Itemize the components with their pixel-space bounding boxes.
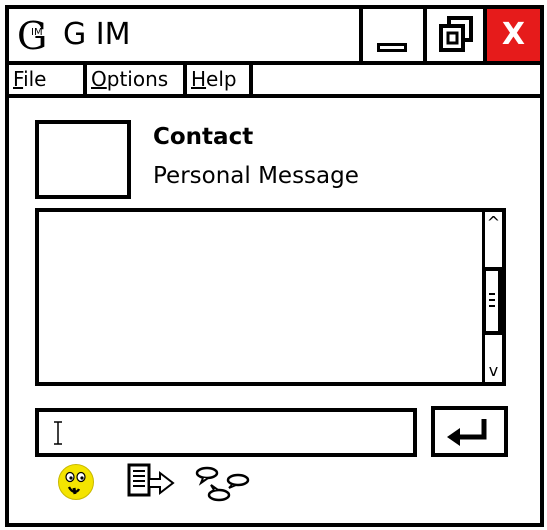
close-button[interactable]: X: [483, 9, 540, 61]
scroll-up-arrow[interactable]: ^: [485, 214, 502, 232]
close-icon: X: [501, 17, 526, 52]
menu-options-label: ptions: [106, 67, 169, 91]
contact-avatar[interactable]: [35, 120, 131, 199]
restore-icon: [439, 16, 473, 52]
chat-scrollbar[interactable]: ^ v: [482, 212, 502, 382]
title-bar[interactable]: G IM G IM X: [9, 9, 540, 65]
menu-file-accel: F: [13, 67, 24, 91]
logo-subscript: IM: [31, 27, 43, 38]
menu-help-label: elp: [206, 67, 237, 91]
enter-arrow-icon: [447, 419, 487, 446]
send-file-icon[interactable]: [126, 463, 176, 499]
menu-options-accel: O: [91, 67, 107, 91]
send-button[interactable]: [431, 406, 508, 457]
scroll-down-arrow[interactable]: v: [485, 362, 502, 380]
contact-name: Contact: [153, 124, 254, 150]
message-input[interactable]: [35, 408, 417, 457]
personal-message: Personal Message: [153, 163, 359, 189]
menu-file[interactable]: File: [9, 65, 87, 94]
menu-bar: File Options Help: [9, 65, 540, 98]
menu-file-label: ile: [23, 67, 47, 91]
minimize-button[interactable]: [359, 9, 423, 61]
chat-history[interactable]: ^ v: [35, 208, 506, 386]
window-title: G IM: [63, 17, 131, 52]
menu-help[interactable]: Help: [187, 65, 253, 94]
text-cursor-icon: [54, 421, 62, 445]
minimize-icon: [377, 43, 407, 52]
maximize-button[interactable]: [423, 9, 483, 61]
emoticon-icon[interactable]: [57, 463, 95, 501]
scroll-thumb[interactable]: [482, 267, 502, 335]
menu-help-accel: H: [191, 67, 207, 91]
chat-bubbles-icon[interactable]: [194, 465, 252, 503]
thumb-grip-line: [489, 299, 495, 301]
thumb-grip-line: [489, 305, 495, 307]
app-logo-icon: G IM: [17, 15, 47, 55]
thumb-grip-line: [489, 293, 495, 295]
menu-options[interactable]: Options: [87, 65, 187, 94]
im-window: G IM G IM X File Options Help Contact Pe…: [5, 5, 544, 527]
